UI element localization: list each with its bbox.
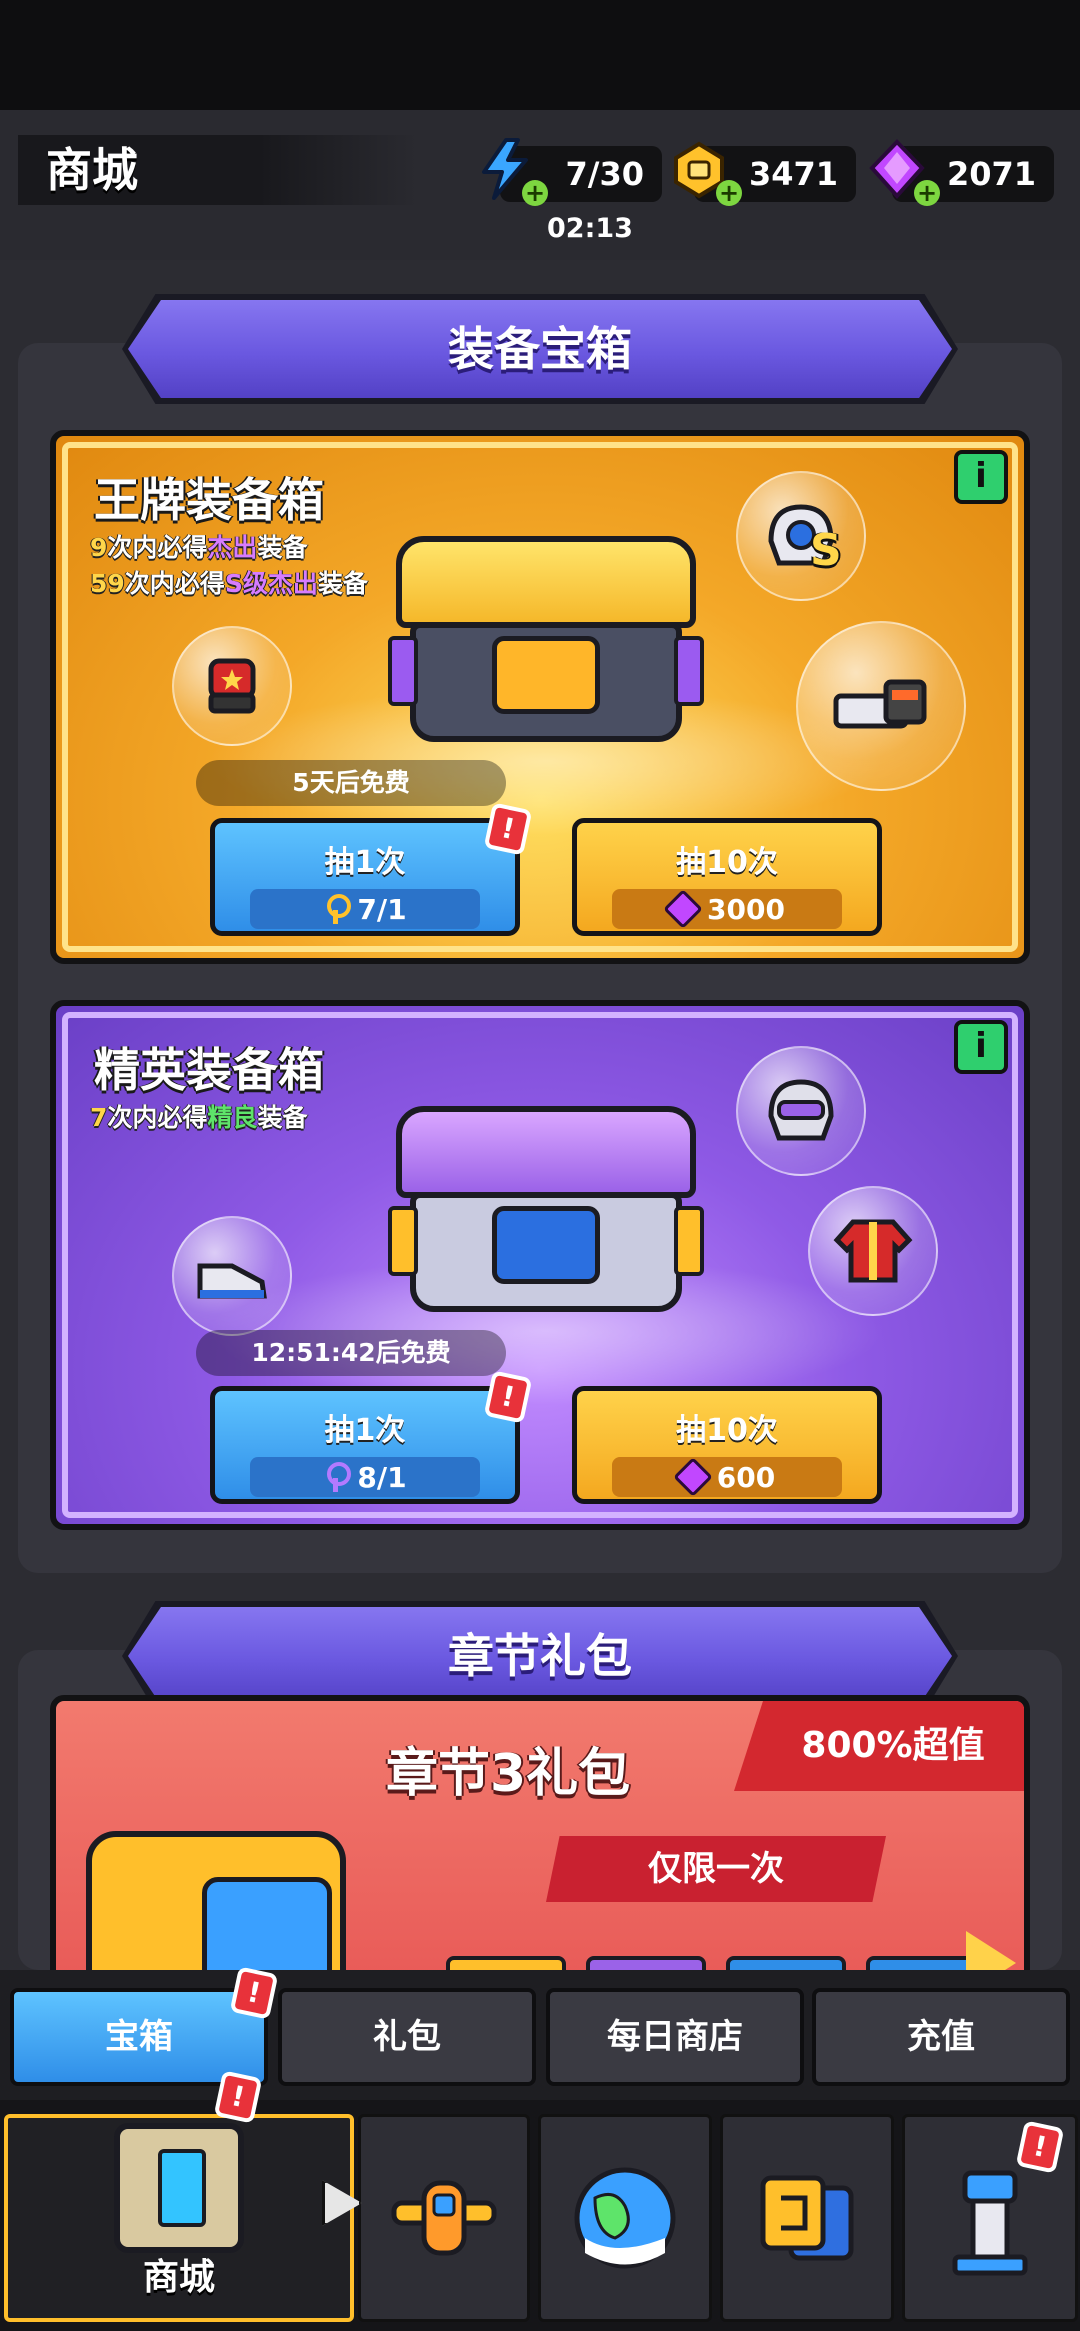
gem-icon bbox=[663, 889, 703, 929]
nav-hangar[interactable] bbox=[358, 2114, 530, 2322]
elite-chest-info-button[interactable]: i bbox=[954, 1020, 1008, 1074]
elite-chest-card[interactable]: 精英装备箱 7次内必得精良装备 i 12:51:42后免费 抽1次 8/1 抽1… bbox=[50, 1000, 1030, 1530]
nav-skills[interactable] bbox=[720, 2114, 894, 2322]
add-coins-icon[interactable]: + bbox=[716, 180, 742, 206]
nav-store[interactable]: 商城 bbox=[4, 2114, 354, 2322]
gem-counter[interactable]: + 2071 bbox=[869, 139, 1054, 206]
helmet-reward-icon: S bbox=[736, 471, 866, 601]
globe-icon bbox=[574, 2167, 676, 2269]
ace-chest-info-button[interactable]: i bbox=[954, 450, 1008, 504]
chapter-pack-title: 章节3礼包 bbox=[386, 1744, 631, 1804]
tower-icon bbox=[952, 2170, 1028, 2276]
coin-counter[interactable]: + 3471 bbox=[674, 141, 856, 206]
jacket-reward-icon bbox=[808, 1186, 938, 1316]
status-bar bbox=[0, 0, 1080, 110]
limit-once-ribbon: 仅限一次 bbox=[546, 1836, 886, 1902]
coin-value: 3471 bbox=[748, 155, 838, 193]
equipment-chest-banner: 装备宝箱 bbox=[128, 300, 952, 398]
elite-chest-guarantee: 7次内必得精良装备 bbox=[90, 1103, 308, 1132]
energy-counter[interactable]: + 7/30 bbox=[482, 138, 662, 206]
nav-world[interactable] bbox=[538, 2114, 712, 2322]
gem-icon bbox=[672, 1457, 713, 1497]
chapter-pack-banner: 章节礼包 bbox=[128, 1607, 952, 1705]
bottom-nav: 商城 bbox=[0, 2100, 1080, 2331]
elite-chest-icon bbox=[388, 1106, 704, 1316]
puzzle-icon bbox=[760, 2175, 854, 2261]
energy-timer: 02:13 bbox=[547, 213, 633, 244]
key-icon bbox=[323, 1462, 352, 1492]
ace-chest-icon bbox=[388, 536, 704, 746]
glove-reward-icon bbox=[172, 626, 292, 746]
nav-store-label: 商城 bbox=[142, 2257, 215, 2298]
tab-daily-shop[interactable]: 每日商店 bbox=[546, 1988, 804, 2086]
elite-chest-free-timer: 12:51:42后免费 bbox=[196, 1330, 506, 1376]
tab-packs[interactable]: 礼包 bbox=[278, 1988, 536, 2086]
ace-chest-free-timer: 5天后免费 bbox=[196, 760, 506, 806]
chapter-pack-card[interactable]: 章节3礼包 800%超值 仅限一次 bbox=[50, 1695, 1030, 1995]
elite-chest-draw-1-button[interactable]: 抽1次 8/1 bbox=[210, 1386, 520, 1504]
shoe-reward-icon bbox=[172, 1216, 292, 1336]
helmet-reward-icon bbox=[736, 1046, 866, 1176]
ace-chest-guarantee-2: 59次内必得S级杰出装备 bbox=[90, 569, 368, 598]
ace-chest-guarantee-1: 9次内必得杰出装备 bbox=[90, 533, 308, 562]
elite-chest-title: 精英装备箱 bbox=[94, 1043, 324, 1097]
shop-tabs: 宝箱 礼包 每日商店 充值 bbox=[0, 1970, 1080, 2100]
ace-chest-title: 王牌装备箱 bbox=[94, 473, 324, 527]
key-icon bbox=[323, 894, 352, 924]
ace-chest-draw-10-button[interactable]: 抽10次 3000 bbox=[572, 818, 882, 936]
tab-recharge[interactable]: 充值 bbox=[812, 1988, 1070, 2086]
ace-chest-draw-1-button[interactable]: 抽1次 7/1 bbox=[210, 818, 520, 936]
airplane-icon bbox=[391, 2180, 497, 2256]
add-gems-icon[interactable]: + bbox=[914, 180, 940, 206]
gem-value: 2071 bbox=[946, 155, 1036, 193]
weapon-reward-icon bbox=[796, 621, 966, 791]
add-energy-icon[interactable]: + bbox=[522, 180, 548, 206]
store-chest-icon bbox=[114, 2123, 244, 2253]
page-title: 商城 bbox=[18, 135, 418, 205]
energy-value: 7/30 bbox=[565, 155, 644, 193]
ace-chest-card[interactable]: 王牌装备箱 9次内必得杰出装备 59次内必得S级杰出装备 i S 5天后免费 抽… bbox=[50, 430, 1030, 964]
value-tag: 800%超值 bbox=[734, 1701, 1024, 1791]
elite-chest-draw-10-button[interactable]: 抽10次 600 bbox=[572, 1386, 882, 1504]
